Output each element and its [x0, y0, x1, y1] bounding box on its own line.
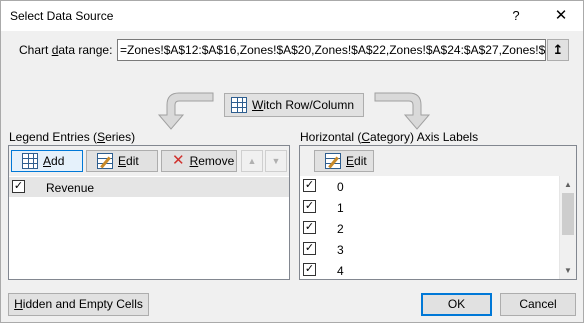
- axis-label-row[interactable]: ✓ 2: [300, 219, 576, 239]
- move-down-button[interactable]: ▼: [265, 150, 287, 172]
- axis-labels-panel: Edit ✓ 0 ✓ 1 ✓ 2 ✓ 3 ✓ 4 ▲ ▼: [299, 145, 577, 280]
- help-button[interactable]: ?: [503, 5, 529, 27]
- series-row-revenue[interactable]: ✓ Revenue: [9, 177, 289, 197]
- right-curved-arrow-icon: [374, 92, 431, 130]
- add-series-button[interactable]: Add: [11, 150, 83, 172]
- legend-entries-panel: Add Edit ✕ Remove ▲ ▼ ✓ Revenue: [8, 145, 290, 280]
- legend-entries-label: Legend Entries (Series): [9, 130, 136, 144]
- ok-button[interactable]: OK: [421, 293, 492, 316]
- axis-label-checkbox[interactable]: ✓: [303, 221, 316, 234]
- axis-label-value: 2: [337, 222, 344, 236]
- edit-axis-labels-button[interactable]: Edit: [314, 150, 374, 172]
- axis-toolbar: Edit: [300, 146, 576, 176]
- close-button[interactable]: ✕: [545, 5, 577, 27]
- series-name: Revenue: [46, 181, 95, 195]
- chart-data-range-input[interactable]: =Zones!$A$12:$A$16,Zones!$A$20,Zones!$A$…: [117, 39, 546, 61]
- scroll-thumb[interactable]: [562, 193, 574, 235]
- axis-labels-scrollbar[interactable]: ▲ ▼: [559, 176, 576, 279]
- remove-series-button[interactable]: ✕ Remove: [161, 150, 237, 172]
- axis-label-value: 0: [337, 180, 344, 194]
- select-data-source-dialog: Select Data Source ? ✕ Chart data range:…: [0, 0, 584, 323]
- edit-icon: [97, 153, 113, 169]
- hidden-and-empty-cells-button[interactable]: Hidden and Empty Cells: [8, 293, 149, 316]
- remove-icon: ✕: [172, 152, 185, 169]
- axis-label-row[interactable]: ✓ 0: [300, 177, 576, 197]
- axis-label-value: 1: [337, 201, 344, 215]
- axis-label-checkbox[interactable]: ✓: [303, 242, 316, 255]
- series-checkbox[interactable]: ✓: [12, 180, 25, 193]
- axis-label-checkbox[interactable]: ✓: [303, 179, 316, 192]
- collapse-dialog-button[interactable]: ↥: [547, 39, 569, 61]
- switch-row-column-icon: [231, 97, 247, 113]
- axis-labels-label: Horizontal (Category) Axis Labels: [300, 130, 479, 144]
- switch-row-column-button[interactable]: Witch Row/Column: [224, 93, 364, 117]
- edit-axis-icon: [325, 153, 341, 169]
- switch-row-column-label: Witch Row/Column: [252, 98, 355, 112]
- scroll-up-arrow-icon[interactable]: ▲: [560, 176, 576, 193]
- axis-label-value: 4: [337, 264, 344, 278]
- chart-data-range-label: Chart data range:: [19, 43, 113, 57]
- legend-toolbar: Add Edit ✕ Remove ▲ ▼: [9, 146, 289, 176]
- move-up-button[interactable]: ▲: [241, 150, 263, 172]
- scroll-down-arrow-icon[interactable]: ▼: [560, 262, 576, 279]
- axis-label-checkbox[interactable]: ✓: [303, 263, 316, 276]
- axis-label-row[interactable]: ✓ 4: [300, 261, 576, 281]
- edit-series-button[interactable]: Edit: [86, 150, 158, 172]
- left-curved-arrow-icon: [157, 92, 214, 130]
- title-bar: Select Data Source ? ✕: [1, 1, 583, 31]
- axis-label-value: 3: [337, 243, 344, 257]
- axis-label-row[interactable]: ✓ 1: [300, 198, 576, 218]
- axis-label-checkbox[interactable]: ✓: [303, 200, 316, 213]
- dialog-title: Select Data Source: [10, 9, 114, 23]
- axis-label-row[interactable]: ✓ 3: [300, 240, 576, 260]
- add-icon: [22, 153, 38, 169]
- cancel-button[interactable]: Cancel: [500, 293, 576, 316]
